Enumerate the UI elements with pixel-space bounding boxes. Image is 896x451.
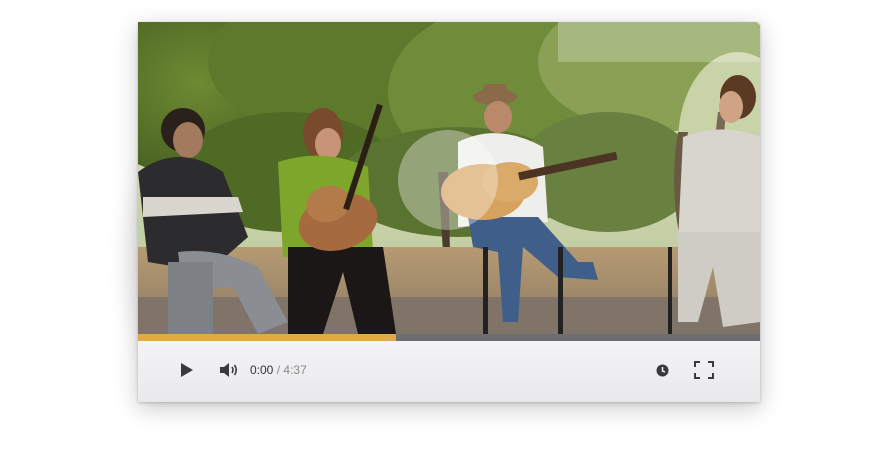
play-icon <box>181 363 193 377</box>
time-separator: / <box>276 363 281 377</box>
progress-fill <box>138 334 397 341</box>
fullscreen-button[interactable] <box>692 358 716 382</box>
volume-button[interactable] <box>216 359 242 381</box>
progress-bar[interactable] <box>138 334 760 341</box>
duration: 4:37 <box>283 363 307 377</box>
big-play-circle-button[interactable] <box>398 130 498 230</box>
play-button[interactable] <box>176 359 198 381</box>
control-bar: 0:00 / 4:37 <box>138 341 760 402</box>
current-time: 0:00 <box>250 363 274 377</box>
video-frame[interactable] <box>138 22 760 334</box>
time-display: 0:00 / 4:37 <box>250 363 307 377</box>
stage: 0:00 / 4:37 <box>0 0 896 451</box>
volume-icon <box>220 363 238 377</box>
fullscreen-icon <box>694 361 714 379</box>
video-player: 0:00 / 4:37 <box>138 22 760 402</box>
clock-icon <box>656 364 668 376</box>
speed-button[interactable] <box>652 360 672 380</box>
